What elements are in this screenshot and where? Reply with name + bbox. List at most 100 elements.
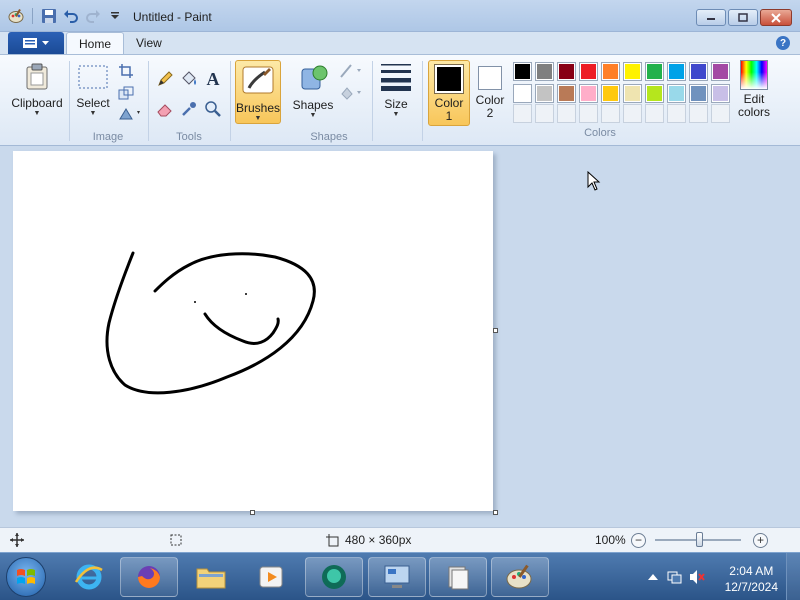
drawing-canvas[interactable] [13,151,493,511]
custom-color-slot[interactable] [557,104,576,123]
palette-swatch[interactable] [689,84,708,103]
taskbar-remote-desktop[interactable] [368,557,426,597]
firefox-icon [138,566,160,588]
maximize-button[interactable] [728,9,758,26]
palette-swatch[interactable] [557,84,576,103]
palette-swatch[interactable] [667,84,686,103]
crop-icon[interactable] [116,61,136,81]
palette-swatch[interactable] [645,84,664,103]
palette-swatch[interactable] [623,62,642,81]
volume-muted-icon[interactable] [688,569,706,585]
color1-button[interactable]: Color 1 [428,60,470,126]
resize-handle-bottom[interactable] [250,510,255,515]
customize-toolbar-icon[interactable] [107,8,123,24]
windows-logo-icon [17,569,35,584]
palette-swatch[interactable] [557,62,576,81]
pencil-icon[interactable] [155,69,175,89]
palette-swatch[interactable] [711,84,730,103]
magnifier-icon[interactable] [203,99,223,119]
undo-icon[interactable] [63,8,79,24]
brushes-button[interactable]: Brushes ▼ [235,60,281,124]
resize-handle-right[interactable] [493,328,498,333]
file-menu-button[interactable] [8,32,64,54]
outline-icon[interactable] [338,61,364,81]
palette-swatch[interactable] [601,62,620,81]
zoom-in-button[interactable]: + [753,533,768,548]
shapes-button[interactable]: Shapes ▼ [290,61,336,120]
resize-handle-corner[interactable] [493,510,498,515]
palette-swatch[interactable] [689,62,708,81]
group-separator [422,61,423,141]
custom-color-slot[interactable] [623,104,642,123]
internet-explorer-icon [74,564,103,590]
size-label: Size [384,97,408,111]
help-button[interactable]: ? [776,36,790,50]
minimize-button[interactable] [696,9,726,26]
palette-swatch[interactable] [535,62,554,81]
taskbar-media-player[interactable] [242,557,300,597]
edit-colors-button[interactable]: Edit colors [734,60,774,118]
selection-size [169,533,183,547]
document-stack-icon [448,566,469,590]
freehand-drawing [105,251,316,395]
palette-swatch[interactable] [601,84,620,103]
custom-color-slot[interactable] [601,104,620,123]
palette-swatch[interactable] [579,84,598,103]
network-icon[interactable] [666,569,682,585]
palette-swatch[interactable] [513,84,532,103]
fill-bucket-icon[interactable] [179,69,199,89]
close-button[interactable] [760,9,792,26]
remote-desktop-icon [384,565,410,588]
eraser-icon[interactable] [155,99,175,119]
color2-button[interactable]: Color 2 [472,60,508,119]
clipboard-label: Clipboard [11,96,63,110]
palette-swatch[interactable] [711,62,730,81]
canvas-size-icon [326,534,339,547]
color-picker-icon[interactable] [179,99,199,119]
taskbar-file-explorer[interactable] [182,557,240,597]
show-desktop-button[interactable] [786,553,800,600]
custom-color-slot[interactable] [667,104,686,123]
ribbon-home: Clipboard ▼ Select ▼ Image A Tools Brush… [0,54,800,146]
palette-swatch[interactable] [645,62,664,81]
palette-swatch[interactable] [535,84,554,103]
taskbar-paint[interactable] [491,557,549,597]
edit-colors-label-1: Edit [743,92,765,106]
save-icon[interactable] [41,8,57,24]
taskbar-recycle-app[interactable] [429,557,487,597]
taskbar-chat-app[interactable] [305,557,363,597]
custom-color-slot[interactable] [689,104,708,123]
palette-swatch[interactable] [667,62,686,81]
custom-color-slot[interactable] [645,104,664,123]
select-label: Select [76,96,110,110]
select-rectangle-icon [78,65,108,89]
tab-view[interactable]: View [124,32,174,54]
color1-swatch [437,67,461,91]
select-button[interactable]: Select ▼ [74,63,112,118]
palette-swatch[interactable] [623,84,642,103]
zoom-out-button[interactable]: − [631,533,646,548]
palette-swatch[interactable] [579,62,598,81]
chevron-down-icon: ▼ [33,110,41,117]
size-button[interactable]: Size ▼ [375,60,417,119]
custom-color-slot[interactable] [711,104,730,123]
resize-icon[interactable] [116,83,136,103]
taskbar-internet-explorer[interactable] [60,557,118,597]
tab-home[interactable]: Home [66,32,125,54]
paint-app-icon[interactable] [8,8,24,24]
rotate-icon[interactable] [116,103,144,123]
start-button[interactable] [6,557,46,597]
color2-label: Color [475,93,505,107]
custom-color-slot[interactable] [535,104,554,123]
fill-icon[interactable] [338,83,364,103]
clock[interactable]: 2:04 AM 12/7/2024 [725,563,778,595]
clipboard-button[interactable]: Clipboard ▼ [10,63,64,118]
show-hidden-icons-icon[interactable] [648,573,658,581]
text-tool-icon[interactable]: A [203,69,223,89]
custom-color-slot[interactable] [579,104,598,123]
zoom-slider-thumb[interactable] [696,532,703,547]
palette-swatch[interactable] [513,62,532,81]
taskbar-firefox[interactable] [120,557,178,597]
custom-color-slot[interactable] [513,104,532,123]
redo-icon[interactable] [85,8,101,24]
